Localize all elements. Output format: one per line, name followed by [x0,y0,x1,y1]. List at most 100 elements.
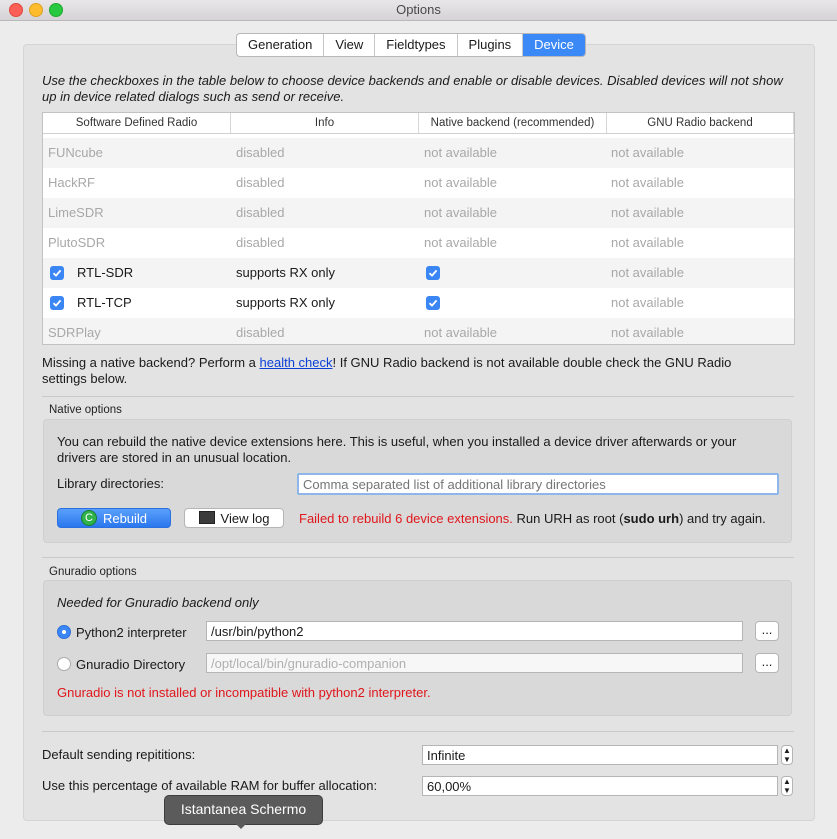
gnuradio-backend-status: not available [611,235,684,250]
table-row[interactable]: HackRF disabled not available not availa… [43,168,794,198]
gnuradio-directory-radio[interactable] [57,657,71,671]
rebuild-status-text: Failed to rebuild 6 device extensions. R… [299,511,766,526]
checkmark-icon [428,269,438,277]
view-log-button[interactable]: View log [184,508,284,528]
gnuradio-dir-browse-button[interactable]: ... [755,653,779,673]
tab-generation[interactable]: Generation [237,34,325,56]
native-options-separator [42,396,794,397]
device-info: disabled [236,145,285,160]
rebuild-button[interactable]: C Rebuild [57,508,171,528]
table-row[interactable]: FUNcube disabled not available not avail… [43,138,794,168]
rebuild-label: Rebuild [102,511,148,526]
checkmark-icon [52,269,62,277]
native-backend-checkbox[interactable] [426,266,440,280]
device-info: disabled [236,205,285,220]
device-name: HackRF [48,175,95,190]
table-row[interactable]: RTL-SDR supports RX only not available [43,258,794,288]
native-backend-status: not available [424,205,497,220]
header-info[interactable]: Info [231,113,419,133]
settings-separator [42,731,794,732]
rebuild-icon: C [80,510,97,526]
gnuradio-backend-status: not available [611,175,684,190]
native-backend-checkbox[interactable] [426,296,440,310]
window-titlebar: Options [0,0,837,21]
tab-view[interactable]: View [324,34,376,56]
device-info: disabled [236,235,285,250]
gnuradio-directory-input[interactable]: /opt/local/bin/gnuradio-companion [206,653,743,673]
stepper-arrows-icon: ▲ ▼ [783,777,791,795]
gnuradio-backend-status: not available [611,325,684,340]
python2-browse-button[interactable]: ... [755,621,779,641]
device-name: RTL-TCP [77,295,132,310]
library-directories-label: Library directories: [57,476,164,491]
gnuradio-backend-status: not available [611,265,684,280]
rebuild-error: Failed to rebuild 6 device extensions. [299,511,513,526]
window-title: Options [396,2,441,17]
device-intro-text: Use the checkboxes in the table below to… [42,73,783,104]
sudo-command: sudo urh [623,511,680,526]
device-name: RTL-SDR [77,265,134,280]
python2-interpreter-radio[interactable] [57,625,71,639]
device-table-header: Software Defined Radio Info Native backe… [43,113,794,134]
terminal-icon [198,511,215,524]
native-options-title: Native options [49,404,122,416]
tab-bar: Generation View Fieldtypes Plugins Devic… [236,33,586,57]
library-directories-input[interactable] [297,473,779,495]
python2-interpreter-label[interactable]: Python2 interpreter [76,625,187,640]
tab-plugins[interactable]: Plugins [458,34,524,56]
device-info: supports RX only [236,295,335,310]
rebuild-hint-pre: Run URH as root ( [512,511,624,526]
stepper-arrows-icon: ▲ ▼ [783,746,791,764]
missing-backend-line2: settings below. [42,371,128,386]
tab-fieldtypes[interactable]: Fieldtypes [375,34,458,56]
table-row[interactable]: SDRPlay disabled not available not avail… [43,318,794,344]
header-native-backend[interactable]: Native backend (recommended) [419,113,607,133]
device-name: LimeSDR [48,205,104,220]
tab-device[interactable]: Device [523,34,585,56]
device-info: supports RX only [236,265,335,280]
gnuradio-error-text: Gnuradio is not installed or incompatibl… [57,685,431,700]
native-options-description: You can rebuild the native device extens… [57,434,782,466]
header-gnuradio-backend[interactable]: GNU Radio backend [607,113,794,133]
device-enabled-checkbox[interactable] [50,296,64,310]
device-info: disabled [236,175,285,190]
native-backend-status: not available [424,175,497,190]
device-name: FUNcube [48,145,103,160]
tooltip-arrow [234,822,248,829]
gnuradio-backend-status: not available [611,295,684,310]
repetitions-spinner[interactable]: ▲ ▼ [781,745,793,765]
table-row[interactable]: PlutoSDR disabled not available not avai… [43,228,794,258]
missing-backend-suffix: ! If GNU Radio backend is not available … [332,355,732,370]
gnuradio-directory-label[interactable]: Gnuradio Directory [76,657,185,672]
gnuradio-needed-text: Needed for Gnuradio backend only [57,595,259,610]
native-desc-line2: drivers are stored in an unusual locatio… [57,450,292,465]
device-table[interactable]: Software Defined Radio Info Native backe… [42,112,795,345]
checkmark-icon [428,299,438,307]
device-name: SDRPlay [48,325,101,340]
table-row[interactable]: RTL-TCP supports RX only not available [43,288,794,318]
ram-percentage-input[interactable]: 60,00% [422,776,778,796]
gnuradio-backend-status: not available [611,205,684,220]
device-enabled-checkbox[interactable] [50,266,64,280]
native-backend-status: not available [424,145,497,160]
screenshot-tooltip: Istantanea Schermo [164,795,323,825]
python2-interpreter-input[interactable]: /usr/bin/python2 [206,621,743,641]
gnuradio-options-separator [42,557,794,558]
gnuradio-backend-status: not available [611,145,684,160]
ram-percentage-label: Use this percentage of available RAM for… [42,778,378,793]
gnuradio-options-title: Gnuradio options [49,566,137,578]
device-name: PlutoSDR [48,235,106,250]
radio-dot [62,630,66,634]
table-row[interactable]: LimeSDR disabled not available not avail… [43,198,794,228]
device-info: disabled [236,325,285,340]
native-backend-status: not available [424,235,497,250]
native-backend-status: not available [424,325,497,340]
missing-backend-text: Missing a native backend? Perform a heal… [42,355,802,387]
ram-spinner[interactable]: ▲ ▼ [781,776,793,796]
health-check-link[interactable]: health check [260,355,333,370]
missing-backend-prefix: Missing a native backend? Perform a [42,355,260,370]
sending-repetitions-label: Default sending repititions: [42,747,196,762]
header-sdr[interactable]: Software Defined Radio [43,113,231,133]
sending-repetitions-input[interactable]: Infinite [422,745,778,765]
checkmark-icon [52,299,62,307]
